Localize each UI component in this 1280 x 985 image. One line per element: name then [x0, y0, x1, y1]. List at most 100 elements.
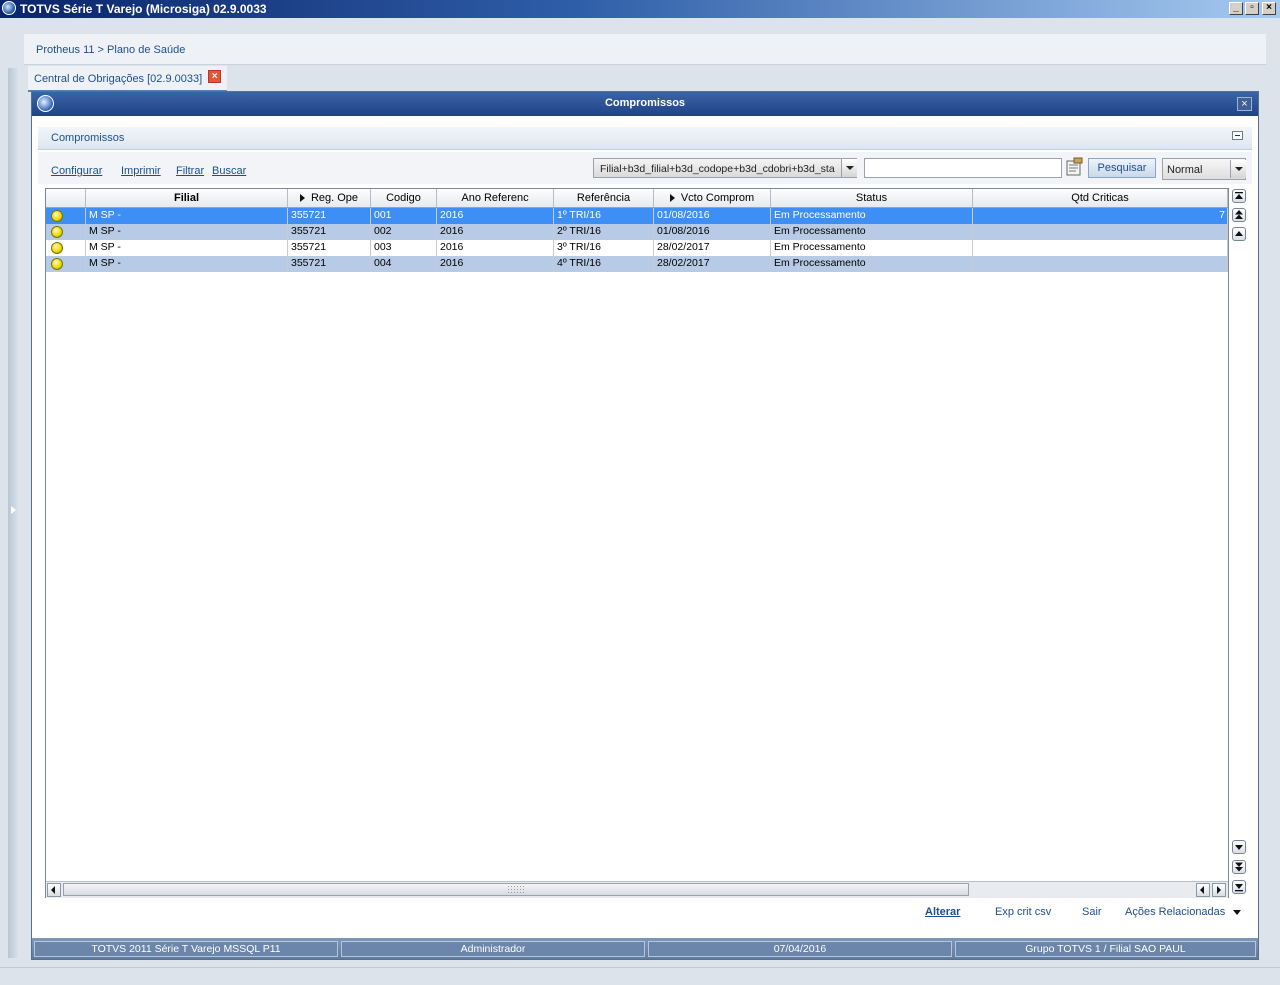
- action-bar: Alterar Exp crit csv Sair Ações Relacion…: [38, 900, 1252, 924]
- column-header-0[interactable]: [46, 189, 86, 207]
- status-user: Administrador: [341, 941, 645, 957]
- cell-filial: M SP -: [86, 224, 288, 240]
- cell-referencia: 1º TRI/16: [554, 208, 654, 224]
- acoes-relacionadas-button[interactable]: Ações Relacionadas: [1125, 906, 1225, 918]
- close-dialog-button[interactable]: ×: [1237, 97, 1252, 111]
- table-row[interactable]: M SP -355721 004 2016 4º TRI/16 28/02/2017 Em…: [46, 256, 1228, 272]
- page-down-icon[interactable]: [1232, 860, 1246, 874]
- cell-qtd: 7: [973, 208, 1228, 224]
- dialog-titlebar: Compromissos ×: [32, 92, 1258, 116]
- status-light-icon: [51, 258, 63, 270]
- search-input[interactable]: [864, 158, 1062, 178]
- cell-ano: 2016: [437, 224, 554, 240]
- horizontal-scroll-thumb[interactable]: [63, 883, 969, 896]
- notepad-search-icon[interactable]: [1064, 157, 1084, 177]
- cell-qtd: [973, 224, 1228, 240]
- column-header-4[interactable]: Ano Referenc: [437, 189, 554, 207]
- cell-ano: 2016: [437, 256, 554, 272]
- cell-qtd: [973, 256, 1228, 272]
- column-header-label: Ano Referenc: [461, 192, 529, 204]
- cell-reg-ope: 355721: [288, 208, 371, 224]
- browse-toolbar: Configurar Imprimir Filtrar Buscar Filia…: [38, 152, 1252, 184]
- imprimir-link[interactable]: Imprimir: [121, 165, 161, 177]
- cell-ano: 2016: [437, 208, 554, 224]
- panel-title: Compromissos: [51, 132, 125, 144]
- dialog-title: Compromissos: [604, 97, 686, 109]
- side-collapse-strip[interactable]: [8, 68, 20, 958]
- cell-filial: M SP -: [86, 256, 288, 272]
- chevron-down-icon[interactable]: [841, 159, 857, 177]
- status-bar: TOTVS 2011 Série T Varejo MSSQL P11 Admi…: [32, 938, 1258, 959]
- page-up-icon[interactable]: [1232, 208, 1246, 222]
- column-header-label: Vcto Comprom: [680, 192, 755, 204]
- column-header-3[interactable]: Codigo: [371, 189, 437, 207]
- compromissos-dialog: Compromissos × Compromissos Configurar I…: [31, 91, 1259, 960]
- compromissos-grid: Filial Reg. Ope Codigo Ano Referenc Referênc…: [45, 188, 1229, 898]
- pesquisar-button[interactable]: Pesquisar: [1088, 158, 1156, 178]
- column-header-label: Reg. Ope: [310, 192, 359, 204]
- status-light-icon: [51, 226, 63, 238]
- status-date: 07/04/2016: [648, 941, 952, 957]
- minimize-panel-icon[interactable]: [1232, 131, 1243, 140]
- configurar-link[interactable]: Configurar: [51, 165, 102, 177]
- breadcrumb[interactable]: Protheus 11 > Plano de Saúde: [36, 44, 185, 56]
- column-header-label: Status: [855, 192, 888, 204]
- tab-row: Central de Obrigações [02.9.0033] ×: [24, 66, 1266, 92]
- sair-button[interactable]: Sair: [1082, 906, 1102, 918]
- scroll-up-icon[interactable]: [1232, 227, 1246, 241]
- cell-status-text: Em Processamento: [771, 256, 973, 272]
- restore-button[interactable]: ▫: [1245, 2, 1259, 15]
- buscar-link[interactable]: Buscar: [212, 165, 246, 177]
- cell-reg-ope: 355721: [288, 224, 371, 240]
- column-header-7[interactable]: Status: [771, 189, 973, 207]
- table-row[interactable]: M SP -355721 002 2016 2º TRI/16 01/08/2016 Em…: [46, 224, 1228, 240]
- grid-header: Filial Reg. Ope Codigo Ano Referenc Referênc…: [46, 189, 1228, 208]
- close-tab-icon[interactable]: ×: [208, 70, 222, 83]
- scroll-down-icon[interactable]: [1232, 840, 1246, 854]
- horizontal-scrollbar[interactable]: [46, 881, 1228, 898]
- cell-referencia: 3º TRI/16: [554, 240, 654, 256]
- scroll-left-button[interactable]: [47, 883, 61, 897]
- status-branch: Grupo TOTVS 1 / Filial SAO PAUL: [955, 941, 1256, 957]
- column-header-label: Referência: [576, 192, 631, 204]
- column-header-label: Filial: [173, 192, 200, 204]
- index-select[interactable]: Filial+b3d_filial+b3d_codope+b3d_cdobri+…: [593, 158, 857, 178]
- cell-referencia: 2º TRI/16: [554, 224, 654, 240]
- cell-vcto: 01/08/2016: [654, 208, 771, 224]
- status-cell: [46, 240, 86, 256]
- exp-crit-csv-button[interactable]: Exp crit csv: [995, 906, 1051, 918]
- scroll-top-icon[interactable]: [1232, 189, 1246, 203]
- mode-select[interactable]: Normal: [1162, 158, 1246, 180]
- filtrar-link[interactable]: Filtrar: [176, 165, 204, 177]
- cell-filial: M SP -: [86, 208, 288, 224]
- close-window-button[interactable]: ×: [1262, 2, 1276, 15]
- chevron-down-icon[interactable]: [1230, 160, 1246, 178]
- index-select-value: Filial+b3d_filial+b3d_codope+b3d_cdobri+…: [600, 163, 835, 175]
- status-cell: [46, 256, 86, 272]
- column-header-1[interactable]: Filial: [86, 189, 288, 207]
- status-light-icon: [51, 210, 63, 222]
- column-header-6[interactable]: Vcto Comprom: [654, 189, 771, 207]
- acoes-dropdown-icon[interactable]: [1233, 910, 1241, 916]
- cell-reg-ope: 355721: [288, 240, 371, 256]
- cell-reg-ope: 355721: [288, 256, 371, 272]
- tab-central-obrigacoes[interactable]: Central de Obrigações [02.9.0033] ×: [28, 66, 228, 92]
- status-cell: [46, 208, 86, 224]
- column-header-2[interactable]: Reg. Ope: [288, 189, 371, 207]
- table-row[interactable]: M SP -355721 001 2016 1º TRI/16 01/08/2016 Em…: [46, 208, 1228, 224]
- scroll-left-button-2[interactable]: [1196, 883, 1210, 897]
- scroll-bottom-icon[interactable]: [1232, 880, 1246, 894]
- cell-status-text: Em Processamento: [771, 240, 973, 256]
- alterar-button[interactable]: Alterar: [925, 906, 960, 918]
- scroll-right-button[interactable]: [1212, 883, 1226, 897]
- cell-qtd: [973, 240, 1228, 256]
- cell-ano: 2016: [437, 240, 554, 256]
- column-header-5[interactable]: Referência: [554, 189, 654, 207]
- cell-codigo: 002: [371, 224, 437, 240]
- column-header-label: Qtd Criticas: [1071, 192, 1129, 204]
- cell-vcto: 01/08/2016: [654, 224, 771, 240]
- status-environment: TOTVS 2011 Série T Varejo MSSQL P11: [34, 941, 338, 957]
- minimize-button[interactable]: _: [1229, 2, 1243, 15]
- table-row[interactable]: M SP -355721 003 2016 3º TRI/16 28/02/2017 Em…: [46, 240, 1228, 256]
- column-header-8[interactable]: Qtd Criticas: [973, 189, 1228, 207]
